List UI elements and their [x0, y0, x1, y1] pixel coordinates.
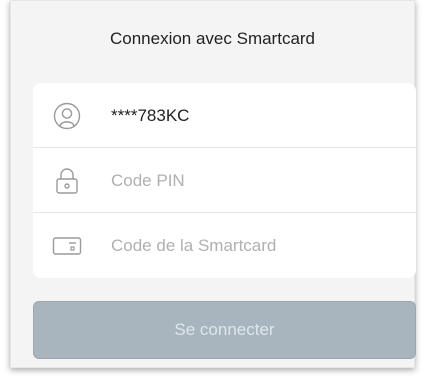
- smartcard-input: Code de la Smartcard: [111, 236, 277, 255]
- page-title: Connexion avec Smartcard: [109, 29, 316, 48]
- user-id-value: ****783KC: [111, 105, 190, 125]
- credentials-card: ****783KC Code PIN Code de la Smartcard: [33, 83, 416, 278]
- login-panel: Connexion avec Smartcard ****783KC Code …: [10, 0, 416, 368]
- smartcard-field[interactable]: Code de la Smartcard: [33, 214, 416, 278]
- card-reader-icon: [51, 230, 83, 262]
- lock-icon: [51, 165, 83, 197]
- login-button[interactable]: Se connecter: [33, 301, 416, 359]
- pin-field[interactable]: Code PIN: [33, 149, 416, 213]
- user-icon: [51, 100, 83, 132]
- user-id-field[interactable]: ****783KC: [33, 84, 416, 148]
- pin-input: Code PIN: [111, 170, 185, 190]
